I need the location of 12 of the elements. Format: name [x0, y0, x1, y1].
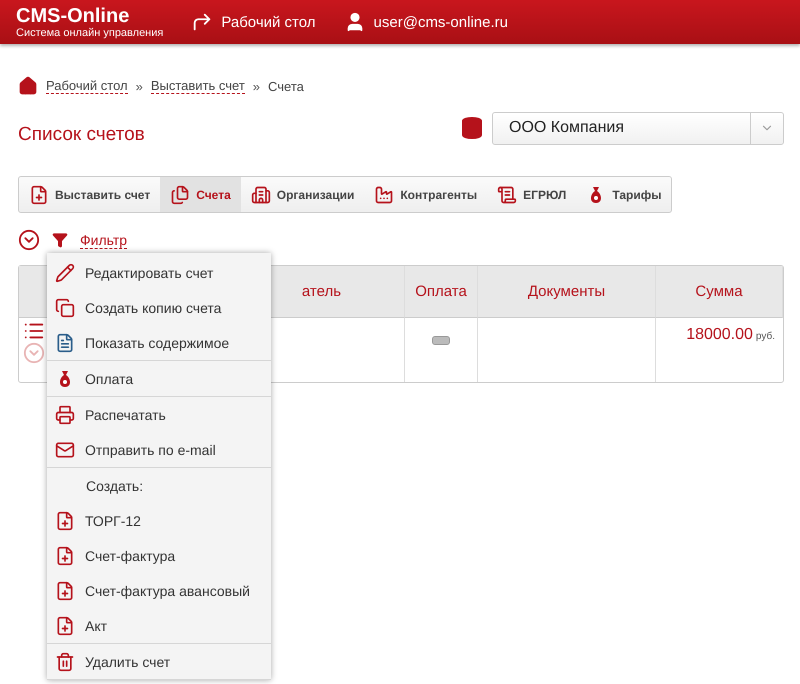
breadcrumb-text: Счета: [268, 78, 304, 94]
column-header: Оплата: [405, 266, 478, 318]
currency-text: руб.: [756, 331, 775, 342]
brand-name: CMS-Online: [16, 5, 130, 27]
column-header: Сумма: [656, 266, 783, 318]
breadcrumb-separator: »: [136, 78, 143, 94]
amount-text: 18000.00: [686, 326, 753, 344]
column-header: Документы: [478, 266, 656, 318]
breadcrumb-separator: »: [252, 78, 260, 94]
brand-tagline: Система онлайн управления: [16, 27, 164, 39]
page-title: Список счетов: [18, 124, 145, 146]
menu-heading: Создать:: [85, 476, 144, 496]
